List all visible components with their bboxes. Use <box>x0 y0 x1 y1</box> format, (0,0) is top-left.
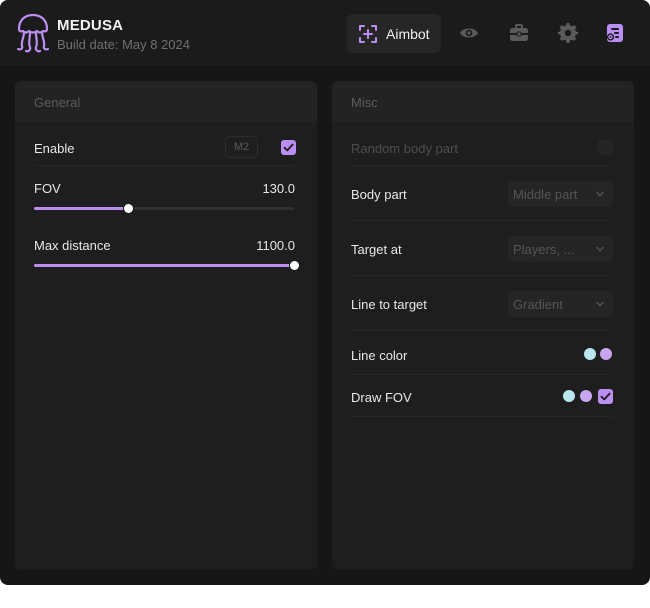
body-part-selected: Middle part <box>513 187 578 202</box>
fov-label: FOV <box>34 181 61 196</box>
line-color-swatch-end[interactable] <box>600 348 612 360</box>
max-distance-value: 1100.0 <box>256 238 295 253</box>
line-to-target-selected: Gradient <box>513 297 563 312</box>
app-window: MEDUSA Build date: May 8 2024 Aimbot Gen… <box>0 0 650 585</box>
briefcase-icon[interactable] <box>509 23 529 43</box>
target-at-selected: Players, ... <box>513 242 575 257</box>
build-date: Build date: May 8 2024 <box>57 37 190 52</box>
eye-icon[interactable] <box>459 23 479 43</box>
line-color-label: Line color <box>351 348 408 363</box>
draw-fov-swatch-end[interactable] <box>580 390 592 402</box>
chevron-down-icon <box>596 191 604 197</box>
fov-slider-fill <box>34 207 129 210</box>
draw-fov-swatch-start[interactable] <box>563 390 575 402</box>
chevron-down-icon <box>596 246 604 252</box>
divider <box>351 374 612 375</box>
divider <box>351 330 612 331</box>
draw-fov-label: Draw FOV <box>351 390 412 405</box>
app-name: MEDUSA <box>57 17 124 34</box>
misc-panel-title: Misc <box>351 95 378 110</box>
tab-aimbot[interactable]: Aimbot <box>347 14 441 53</box>
draw-fov-checkbox[interactable] <box>598 389 613 404</box>
tab-aimbot-label: Aimbot <box>386 25 430 42</box>
enable-checkbox[interactable] <box>281 140 296 155</box>
target-at-label: Target at <box>351 242 402 257</box>
target-at-dropdown[interactable]: Players, ... <box>508 236 613 262</box>
line-to-target-dropdown[interactable]: Gradient <box>508 291 613 317</box>
random-body-part-label: Random body part <box>351 141 458 156</box>
check-icon <box>600 392 611 401</box>
check-icon <box>283 143 294 152</box>
misc-panel-header: Misc <box>332 81 634 122</box>
gear-icon[interactable] <box>558 23 578 43</box>
divider <box>34 165 295 166</box>
divider <box>351 275 612 276</box>
divider <box>351 165 612 166</box>
max-distance-label: Max distance <box>34 238 111 253</box>
divider <box>351 220 612 221</box>
jellyfish-logo-icon <box>16 13 50 53</box>
line-to-target-label: Line to target <box>351 297 427 312</box>
general-panel-header: General <box>15 81 317 122</box>
crosshair-icon <box>359 24 377 43</box>
general-panel-title: General <box>34 95 81 110</box>
enable-label: Enable <box>34 141 75 156</box>
max-distance-slider[interactable] <box>34 261 299 270</box>
max-distance-slider-fill <box>34 264 294 267</box>
fov-value: 130.0 <box>262 181 295 196</box>
random-body-part-checkbox[interactable] <box>598 140 613 155</box>
divider <box>351 416 612 417</box>
header: MEDUSA Build date: May 8 2024 Aimbot <box>0 0 650 67</box>
chevron-down-icon <box>596 301 604 307</box>
fov-slider[interactable] <box>34 204 294 213</box>
body-part-dropdown[interactable]: Middle part <box>508 181 613 207</box>
body-part-label: Body part <box>351 187 407 202</box>
max-distance-slider-handle[interactable] <box>289 261 299 270</box>
settings-list-icon[interactable] <box>605 23 625 43</box>
enable-keybind-button[interactable]: M2 <box>225 136 258 158</box>
line-color-swatch-start[interactable] <box>584 348 596 360</box>
